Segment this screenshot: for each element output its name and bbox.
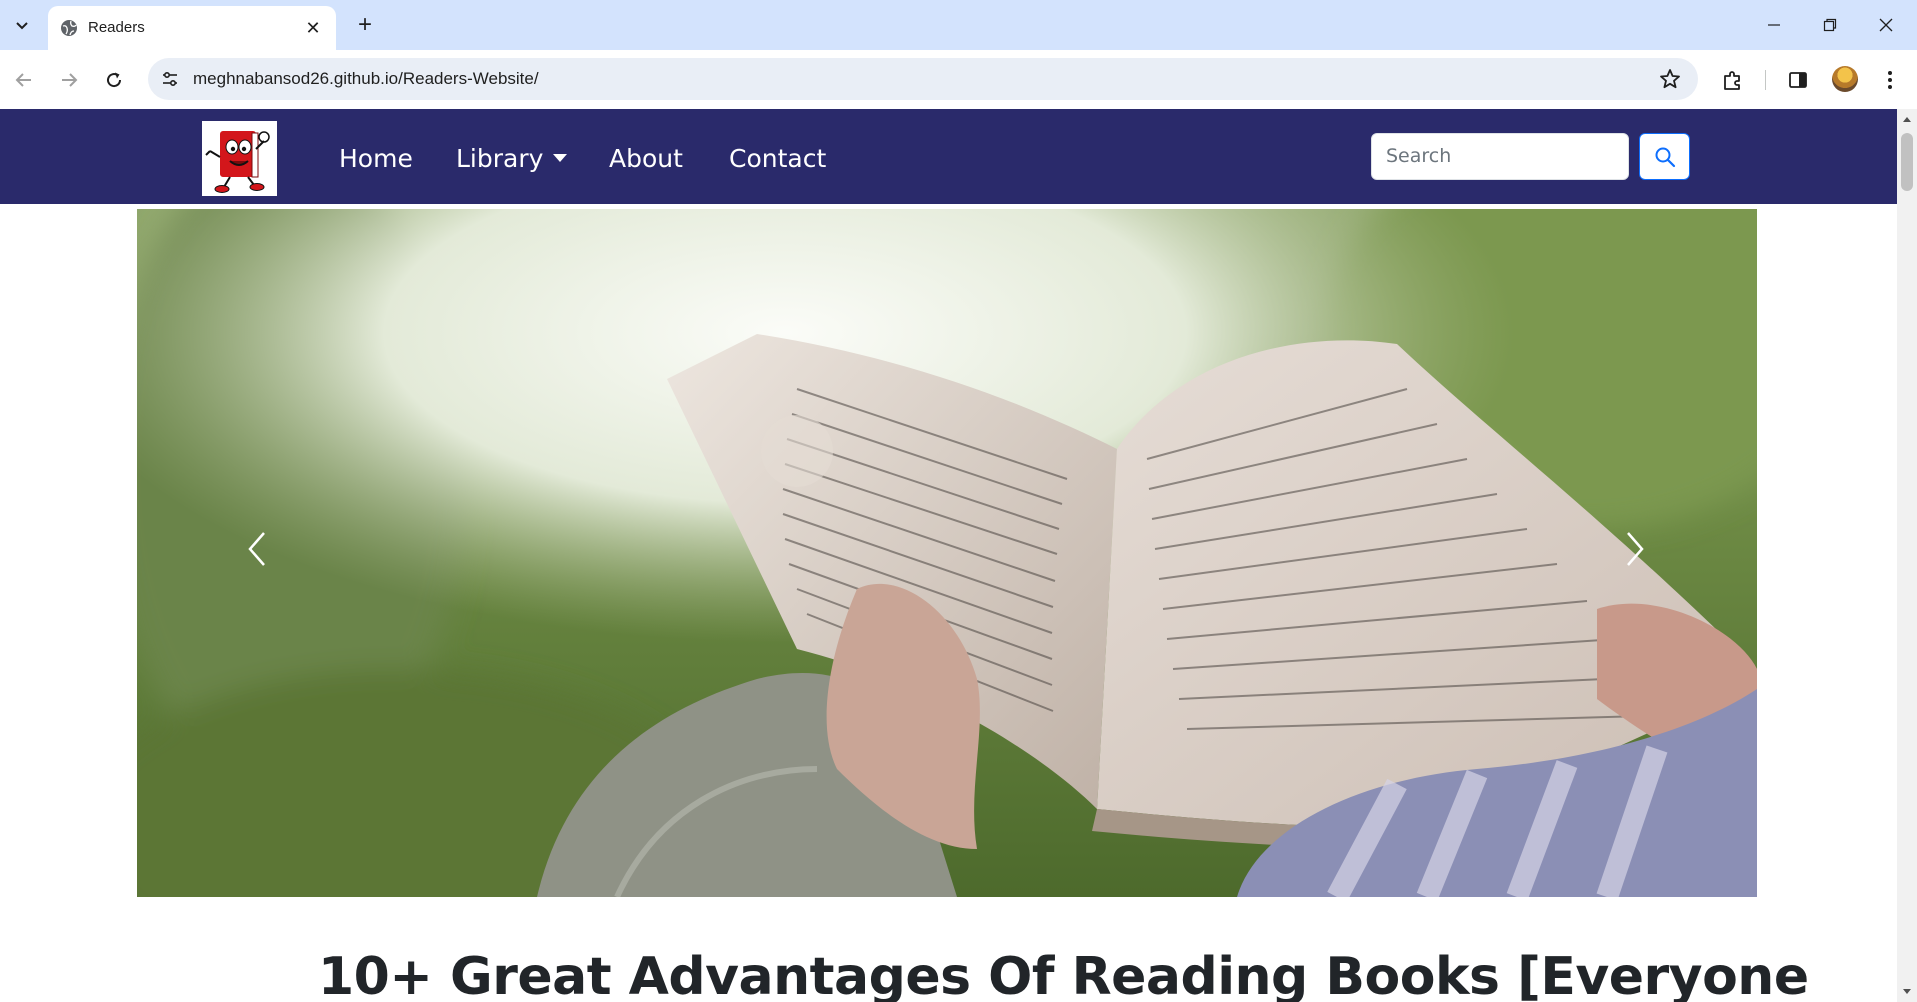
page-scrollbar[interactable] [1897,109,1917,1002]
scrollbar-thumb[interactable] [1901,133,1913,191]
tab-strip: Readers ✕ + [0,0,1917,50]
chevron-left-icon [248,532,265,566]
page-viewport: Home Library About Contact Search 10+ Gr… [0,109,1917,1002]
new-tab-button[interactable]: + [350,10,380,40]
tune-icon [163,71,177,87]
site-info-button[interactable] [158,67,182,91]
scroll-down-arrow-icon[interactable] [1901,986,1913,998]
reload-button[interactable] [97,63,131,97]
hero-carousel [137,209,1757,897]
forward-button[interactable] [52,63,86,97]
browser-tab-active[interactable]: Readers ✕ [48,6,336,50]
nav-library-label: Library [456,144,544,173]
carousel-next-button[interactable] [1605,509,1665,589]
search-button[interactable] [1639,133,1690,180]
site-logo[interactable] [202,121,277,196]
profile-avatar[interactable] [1832,66,1858,92]
arrow-right-icon [62,73,78,87]
globe-icon [61,20,77,36]
side-panel-icon [1789,72,1807,88]
browser-toolbar: meghnabansod26.github.io/Readers-Website… [0,50,1917,109]
minimize-icon [1768,24,1780,26]
restore-button[interactable] [1802,0,1858,50]
minimize-button[interactable] [1746,0,1802,50]
tab-search-button[interactable] [6,9,38,41]
book-mascot-icon [205,131,270,193]
close-window-button[interactable] [1858,0,1914,50]
carousel-prev-button[interactable] [227,509,287,589]
search-icon [1655,147,1675,167]
nav-contact-link[interactable]: Contact [729,144,826,173]
chevron-down-icon [16,22,28,30]
puzzle-icon [1724,71,1740,90]
more-vert-icon [1888,71,1892,89]
tab-title: Readers [88,19,145,36]
close-icon [1879,18,1893,32]
carousel-slide-image [137,209,1757,897]
chevron-right-icon [1627,532,1644,566]
toolbar-divider [1765,70,1766,90]
search-input[interactable]: Search [1371,133,1629,180]
restore-icon [1823,18,1837,32]
bookmark-star-icon[interactable] [1658,67,1682,91]
scroll-up-arrow-icon[interactable] [1901,113,1913,125]
nav-library-dropdown[interactable]: Library [456,144,568,173]
back-button[interactable] [7,63,41,97]
arrow-left-icon [15,73,31,87]
tab-close-icon[interactable]: ✕ [302,17,324,39]
nav-about-link[interactable]: About [609,144,683,173]
url-text[interactable]: meghnabansod26.github.io/Readers-Website… [193,69,539,89]
site-navbar: Home Library About Contact Search [0,109,1897,204]
side-panel-button[interactable] [1781,63,1815,97]
reload-icon [107,72,122,88]
article-title: 10+ Great Advantages Of Reading Books [E… [318,947,1809,1002]
menu-button[interactable] [1873,63,1907,97]
caret-down-icon [553,154,568,162]
address-bar[interactable]: meghnabansod26.github.io/Readers-Website… [148,58,1698,100]
nav-home-link[interactable]: Home [339,144,413,173]
extensions-button[interactable] [1716,63,1750,97]
